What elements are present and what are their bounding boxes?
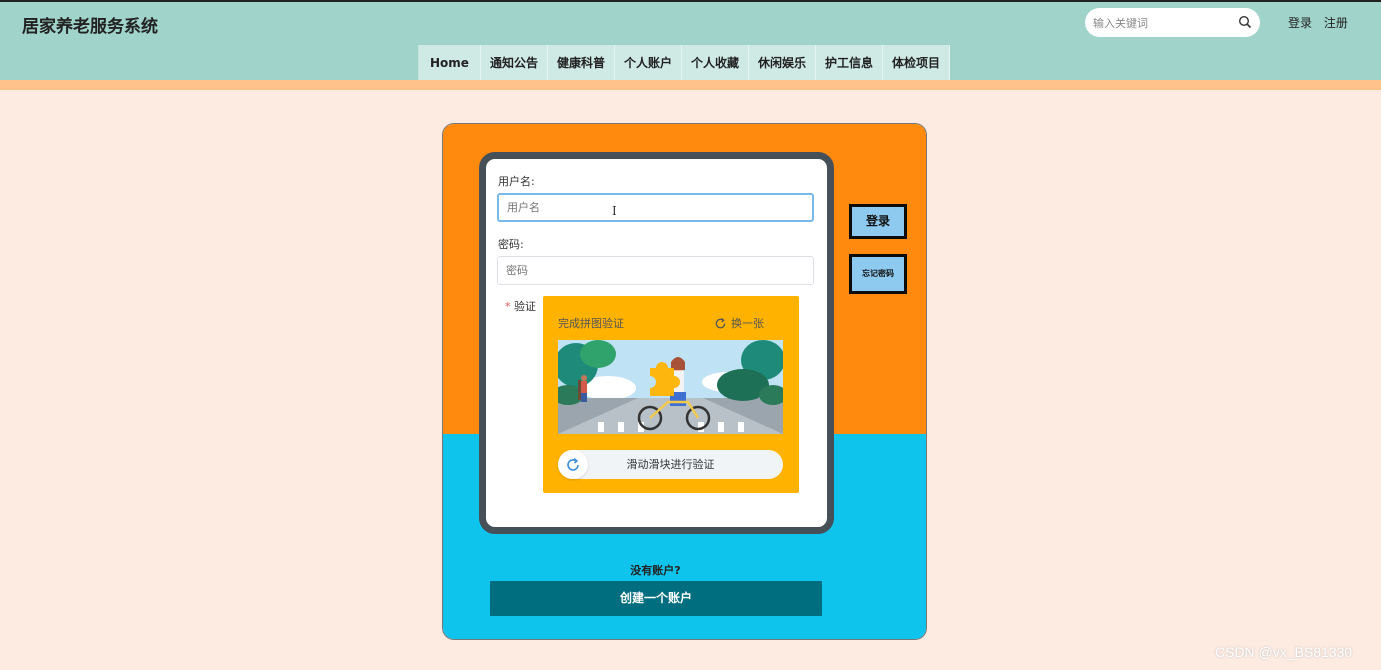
- slider-handle[interactable]: [558, 450, 588, 479]
- nav-item-home[interactable]: Home: [419, 45, 481, 82]
- password-field[interactable]: [497, 256, 814, 285]
- nav-item-caregivers[interactable]: 护工信息: [816, 45, 884, 82]
- text-cursor-icon: I: [612, 204, 617, 218]
- register-link[interactable]: 注册: [1324, 16, 1348, 30]
- captcha-puzzle-image: [558, 340, 783, 434]
- create-account-button[interactable]: 创建一个账户: [490, 581, 822, 616]
- nav-item-favorites[interactable]: 个人收藏: [681, 45, 749, 82]
- refresh-arrow-icon: [567, 458, 579, 471]
- nav-item-health[interactable]: 健康科普: [547, 45, 615, 82]
- username-field[interactable]: [497, 193, 814, 222]
- verify-slider-track: 滑动滑块进行验证: [558, 450, 783, 479]
- auth-links: 登录 注册: [1288, 14, 1356, 31]
- nav-item-leisure[interactable]: 休闲娱乐: [749, 45, 817, 82]
- verify-label: * 验证: [505, 298, 536, 314]
- top-header: 居家养老服务系统 登录 注册 Home 通知公告 健康科普 个人账户 个人收藏 …: [0, 0, 1381, 82]
- search-input[interactable]: [1093, 13, 1233, 33]
- login-link[interactable]: 登录: [1288, 16, 1312, 30]
- nav-item-checkup[interactable]: 体检项目: [883, 45, 951, 82]
- verify-label-text: 验证: [514, 300, 536, 313]
- main-nav: Home 通知公告 健康科普 个人账户 个人收藏 休闲娱乐 护工信息 体检项目: [418, 45, 951, 82]
- no-account-text: 没有账户?: [630, 564, 681, 577]
- watermark: CSDN @vx_BS81330: [1215, 644, 1353, 660]
- search-icon[interactable]: [1238, 15, 1252, 29]
- slider-hint: 滑动滑块进行验证: [626, 458, 715, 471]
- captcha-refresh-button[interactable]: 换一张: [714, 315, 764, 331]
- search-box: [1085, 8, 1260, 37]
- username-label: 用户名:: [498, 175, 535, 188]
- login-form: 用户名: I 密码: * 验证 完成拼图验证 换一张: [479, 152, 834, 534]
- site-title: 居家养老服务系统: [22, 17, 158, 37]
- nav-item-account[interactable]: 个人账户: [614, 45, 682, 82]
- forgot-password-button[interactable]: 忘记密码: [849, 254, 907, 294]
- required-mark: *: [505, 300, 511, 313]
- header-divider: [0, 80, 1381, 90]
- login-card: 用户名: I 密码: * 验证 完成拼图验证 换一张: [442, 123, 927, 640]
- nav-item-notices[interactable]: 通知公告: [480, 45, 548, 82]
- captcha-title: 完成拼图验证: [558, 317, 624, 330]
- captcha-refresh-label: 换一张: [731, 317, 764, 330]
- puzzle-captcha: 完成拼图验证 换一张 滑动滑块进行验证: [543, 296, 799, 493]
- password-label: 密码:: [498, 238, 524, 251]
- refresh-icon: [715, 317, 726, 328]
- login-button[interactable]: 登录: [849, 204, 907, 239]
